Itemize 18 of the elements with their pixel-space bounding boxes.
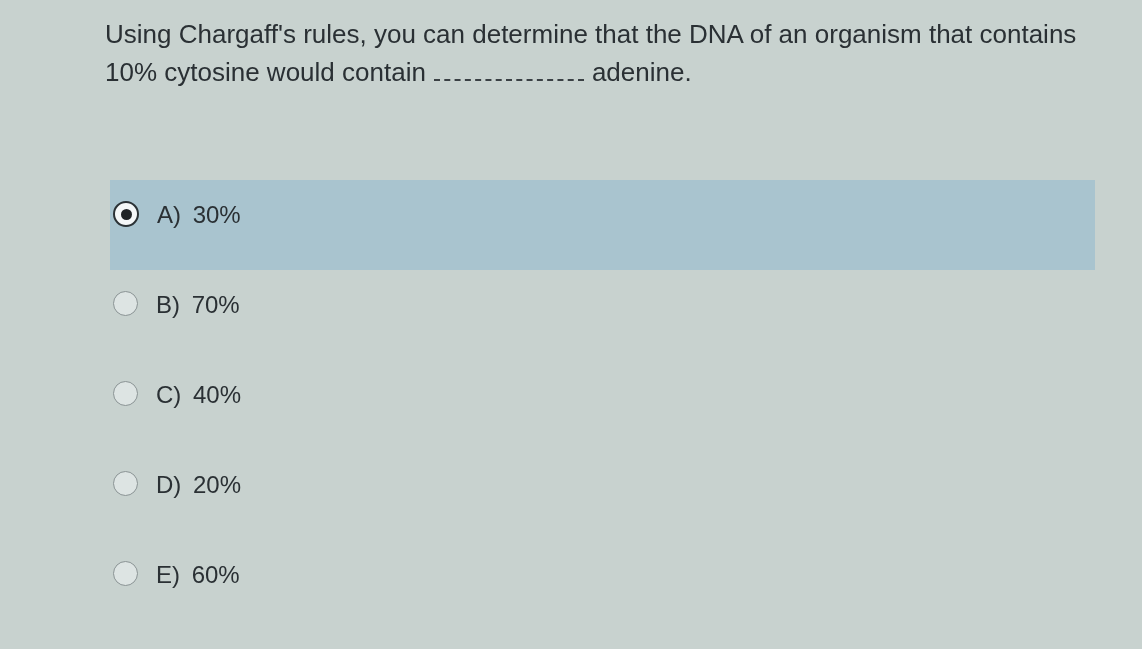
option-label: A) 30% [157, 201, 241, 229]
radio-icon[interactable] [113, 471, 138, 496]
radio-icon[interactable] [113, 291, 138, 316]
answer-option[interactable]: E) 60% [110, 540, 1095, 630]
question-text: 10% cytosine would contain [105, 56, 426, 89]
option-label: D) 20% [156, 471, 242, 499]
radio-icon[interactable] [113, 381, 138, 406]
question-text: adenine. [591, 56, 692, 89]
selected-radio-icon[interactable] [113, 201, 139, 227]
radio-icon[interactable] [113, 561, 138, 586]
selected-answer-option[interactable]: A) 30% [110, 180, 1095, 270]
answer-option[interactable]: D) 20% [110, 450, 1095, 540]
option-label: B) 70% [156, 291, 240, 319]
answer-option[interactable]: C) 40% [110, 360, 1095, 450]
option-label: C) 40% [156, 381, 242, 409]
answer-option[interactable]: B) 70% [110, 270, 1095, 360]
question-text: Using Chargaff's rules, you can determine that the DNA of an organism that contains [105, 18, 1077, 51]
option-label: E) 60% [156, 561, 240, 589]
